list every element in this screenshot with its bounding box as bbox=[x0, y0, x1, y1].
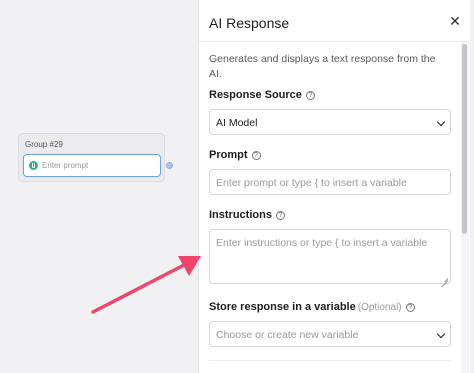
resize-handle-icon[interactable] bbox=[441, 274, 448, 281]
scrollbar-thumb[interactable] bbox=[462, 44, 467, 234]
store-variable-placeholder: Choose or create new variable bbox=[216, 329, 359, 341]
response-source-select[interactable]: AI Model bbox=[209, 109, 451, 135]
store-variable-select[interactable]: Choose or create new variable bbox=[209, 321, 451, 347]
panel-scrollbar[interactable] bbox=[461, 42, 469, 373]
panel-header: AI Response ✕ bbox=[199, 0, 471, 42]
prompt-input[interactable]: Enter prompt or type { to insert a varia… bbox=[209, 169, 451, 195]
panel-title: AI Response bbox=[209, 15, 290, 31]
group-title: Group #29 bbox=[25, 140, 63, 149]
chevron-down-icon bbox=[436, 329, 446, 339]
instructions-label-text: Instructions bbox=[209, 209, 272, 221]
help-icon[interactable]: ? bbox=[405, 303, 415, 312]
prompt-node[interactable]: Enter prompt bbox=[23, 154, 161, 177]
help-icon[interactable]: ? bbox=[251, 151, 261, 160]
prompt-node-placeholder: Enter prompt bbox=[42, 161, 89, 170]
instructions-textarea-placeholder: Enter instructions or type { to insert a… bbox=[216, 237, 428, 249]
store-response-label-text: Store response in a variable bbox=[209, 301, 356, 313]
window-edge bbox=[470, 0, 474, 373]
ai-response-panel: AI Response ✕ Generates and displays a t… bbox=[198, 0, 471, 373]
prompt-input-placeholder: Enter prompt or type { to insert a varia… bbox=[216, 177, 407, 189]
prompt-label: Prompt? bbox=[209, 149, 261, 161]
optional-tag: (Optional) bbox=[357, 302, 402, 313]
panel-description: Generates and displays a text response f… bbox=[209, 53, 436, 80]
response-source-label-text: Response Source bbox=[209, 89, 302, 101]
divider bbox=[209, 360, 451, 361]
instructions-textarea[interactable]: Enter instructions or type { to insert a… bbox=[209, 229, 451, 284]
group-node[interactable]: Group #29 Enter prompt bbox=[18, 133, 165, 182]
response-source-label: Response Source? bbox=[209, 89, 315, 101]
store-response-label: Store response in a variable (Optional)? bbox=[209, 301, 415, 313]
help-icon[interactable]: ? bbox=[305, 91, 315, 100]
prompt-label-text: Prompt bbox=[209, 149, 248, 161]
chevron-down-icon bbox=[436, 117, 446, 127]
close-icon[interactable]: ✕ bbox=[448, 14, 462, 28]
flow-canvas[interactable]: Group #29 Enter prompt bbox=[0, 0, 200, 373]
help-icon[interactable]: ? bbox=[275, 211, 285, 220]
prompt-node-icon bbox=[29, 161, 38, 170]
node-connection-handle[interactable] bbox=[166, 162, 173, 169]
response-source-value: AI Model bbox=[216, 117, 258, 129]
instructions-label: Instructions? bbox=[209, 209, 285, 221]
